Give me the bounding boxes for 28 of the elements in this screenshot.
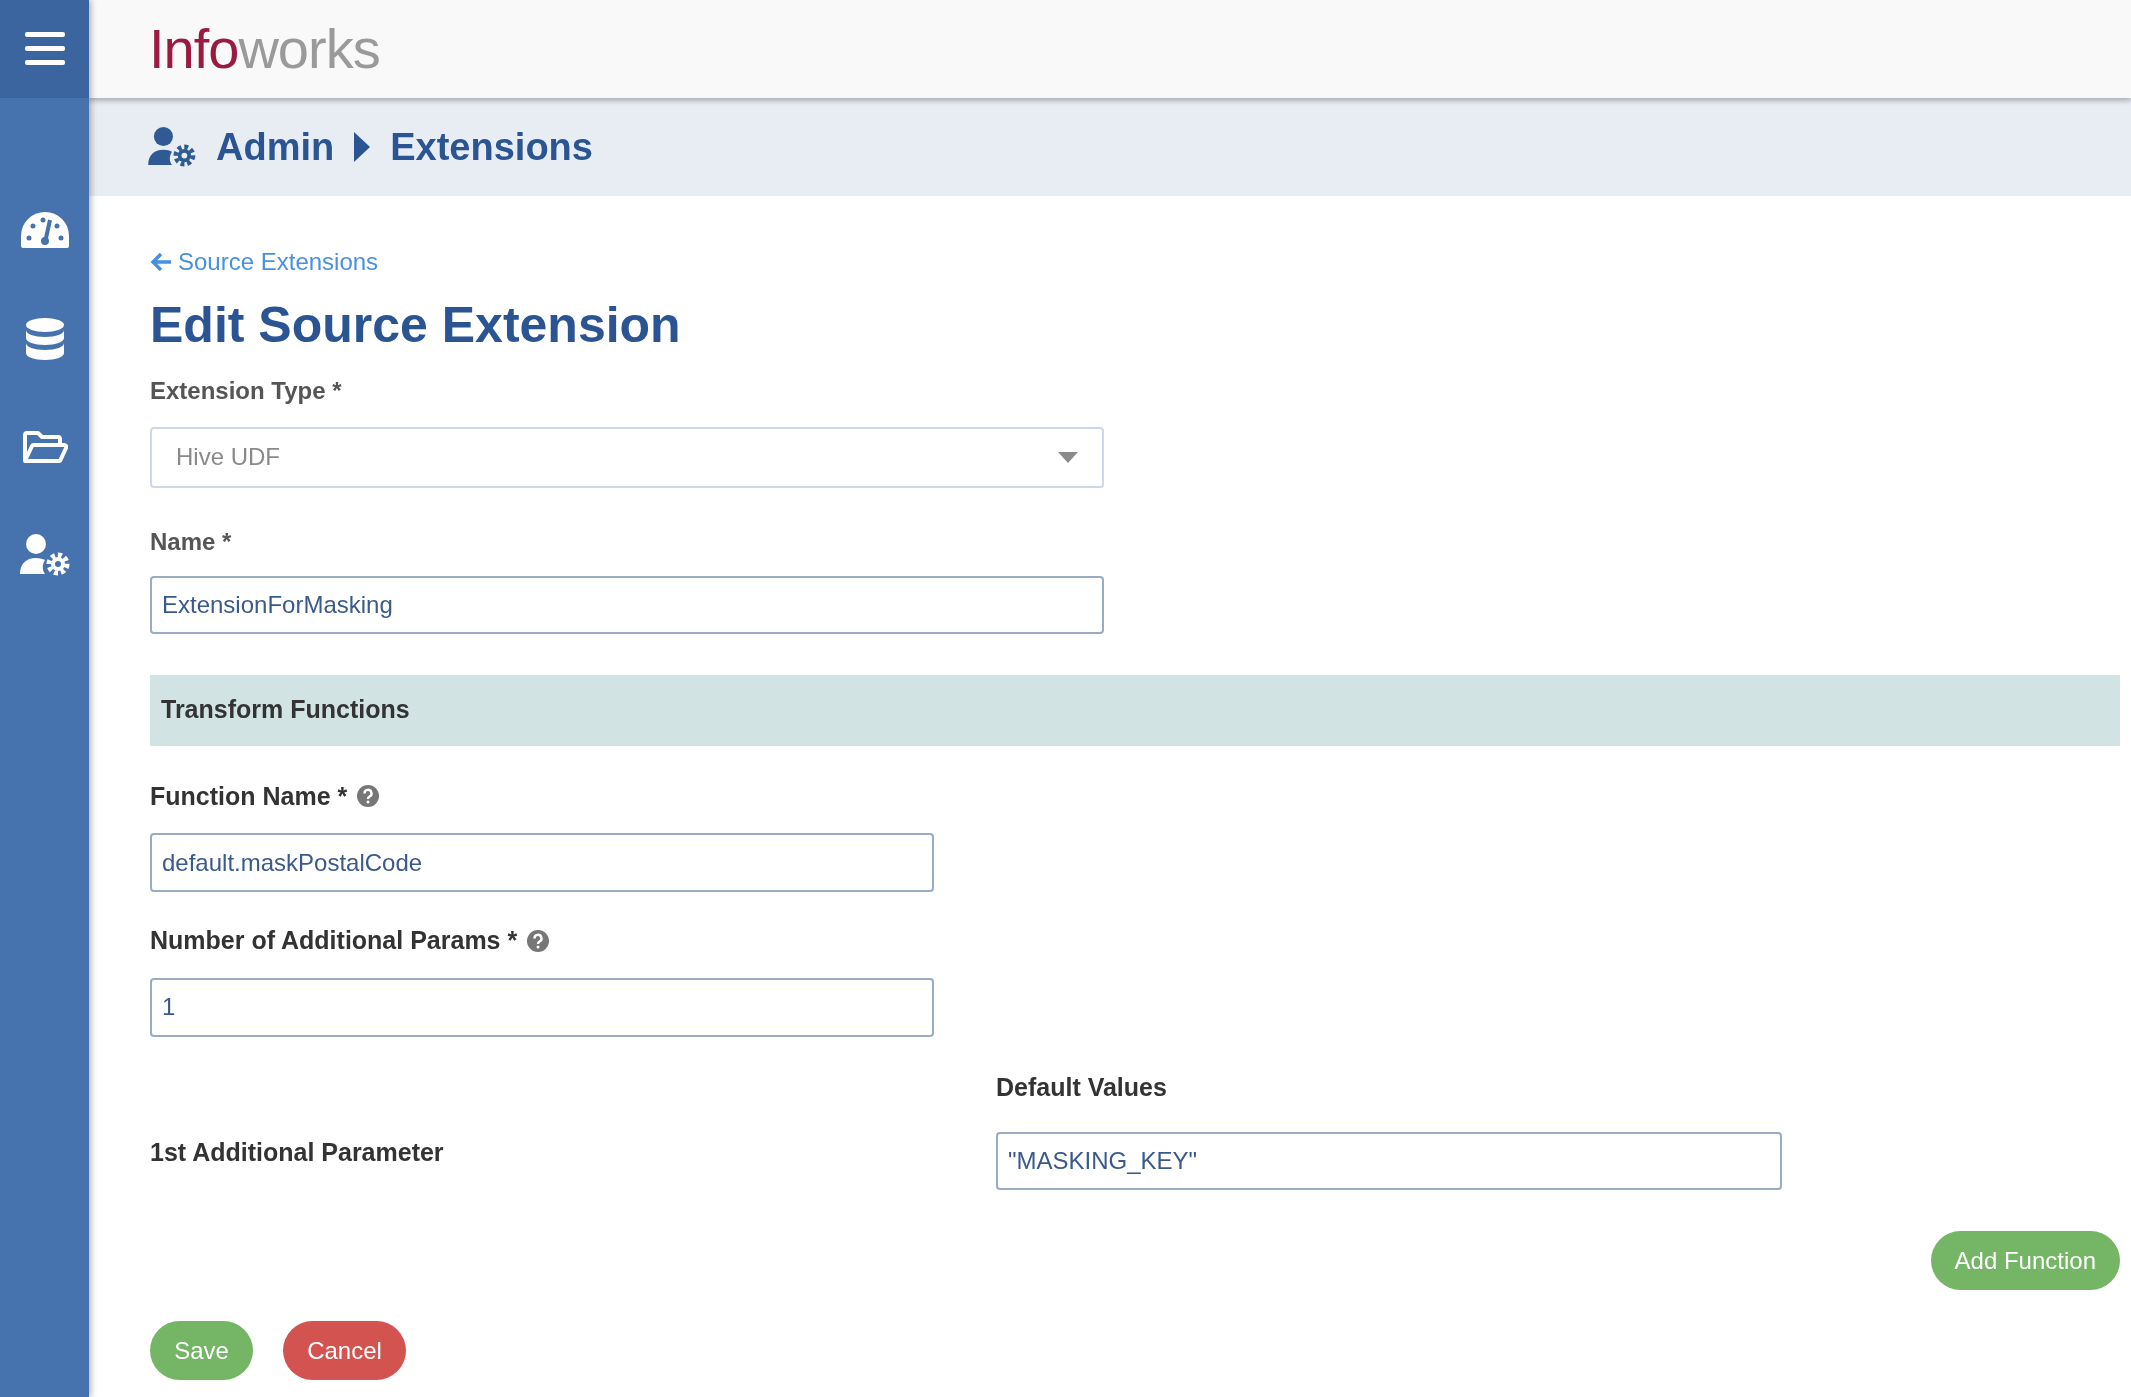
page-title: Edit Source Extension (150, 296, 682, 355)
field-label: Name * (150, 526, 233, 557)
help-icon[interactable] (527, 929, 550, 952)
text-field[interactable]: 1 (150, 977, 934, 1037)
text-field[interactable]: default.maskPostalCode (150, 833, 934, 892)
logo: Infoworks (149, 21, 380, 77)
column-heading: Default Values (996, 1071, 1168, 1103)
database-icon[interactable] (25, 318, 64, 360)
section-header: Transform Functions (150, 674, 2120, 746)
field-label: Number of Additional Params * (150, 925, 518, 956)
user-gear-icon (148, 127, 196, 167)
field-label: Function Name * (150, 780, 348, 812)
back-link[interactable]: Source Extensions (150, 244, 379, 280)
gauge-icon[interactable] (20, 212, 69, 248)
arrow-left-icon (150, 252, 172, 272)
user-gear-icon[interactable] (19, 534, 70, 576)
text-field[interactable]: ExtensionForMasking (150, 575, 1104, 634)
cancel-button[interactable]: Cancel (283, 1321, 406, 1380)
folder-icon[interactable] (21, 430, 68, 464)
text-field[interactable]: "MASKING_KEY" (996, 1132, 1782, 1190)
caret-right-icon (354, 132, 371, 162)
menu-icon[interactable] (24, 32, 65, 66)
caret-down-icon (1058, 451, 1078, 463)
help-icon[interactable] (357, 785, 380, 808)
breadcrumb-link[interactable]: Admin (216, 118, 335, 176)
breadcrumb-current: Extensions (390, 124, 593, 170)
field-label: 1st Additional Parameter (150, 1137, 445, 1168)
field-label: Extension Type * (150, 375, 343, 406)
